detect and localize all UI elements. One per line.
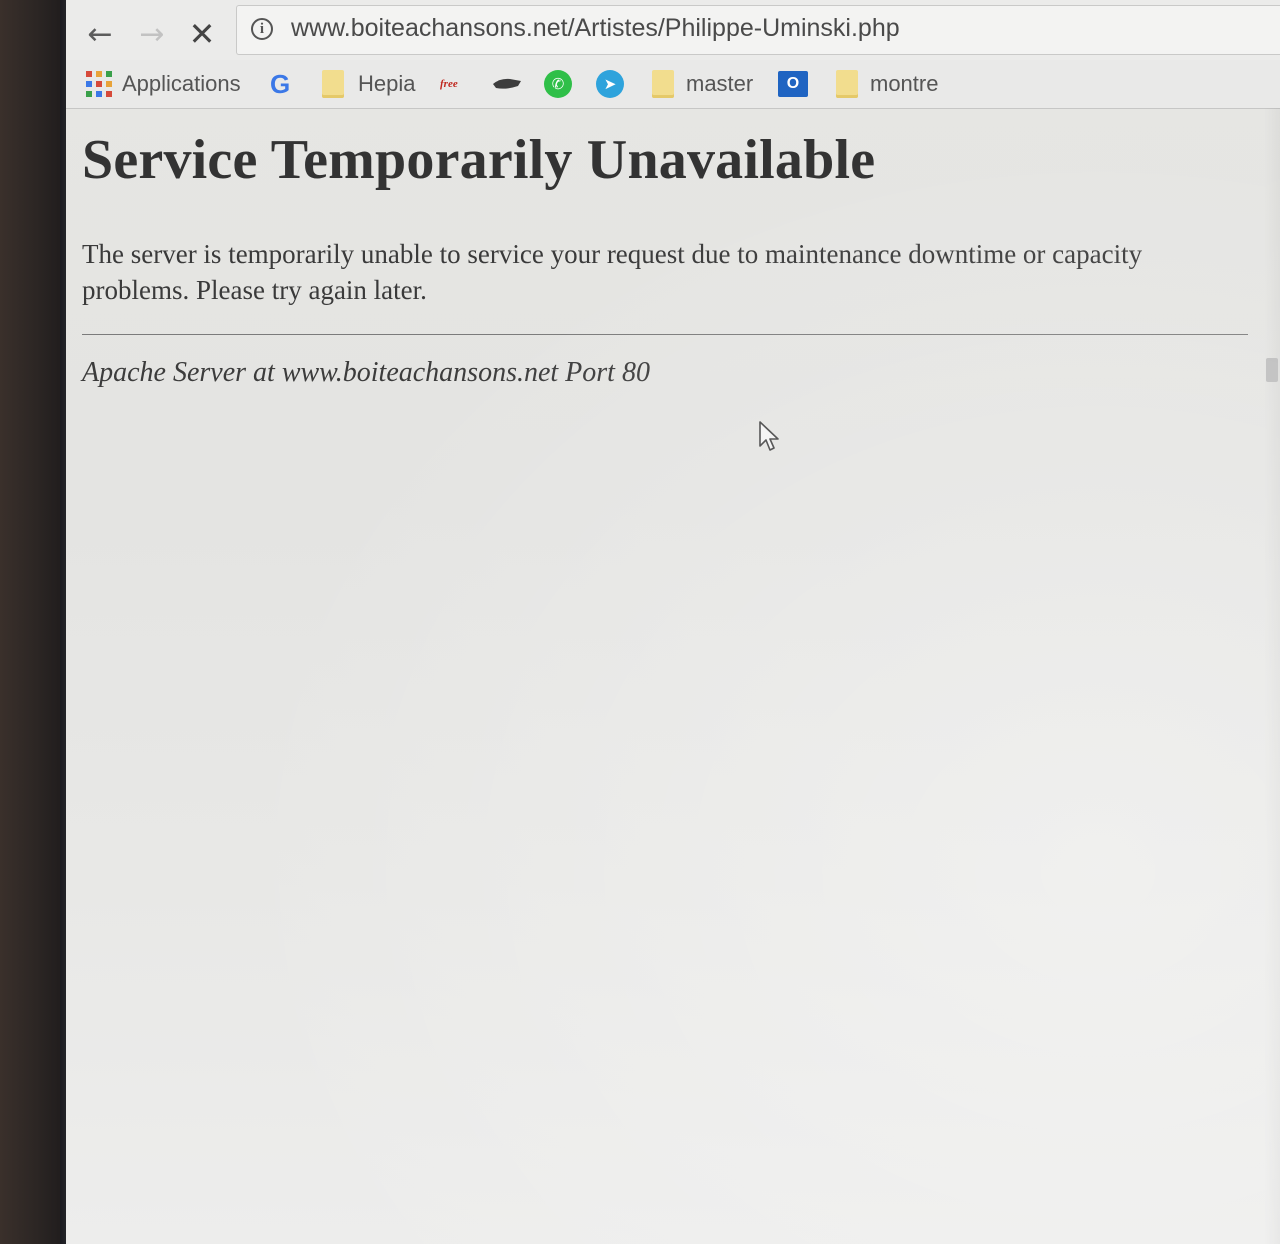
- mouse-pointer-icon: [759, 421, 779, 451]
- arrow-left-icon: ←: [87, 16, 113, 52]
- google-icon: G: [270, 68, 291, 99]
- apps-grid-icon: [86, 71, 112, 97]
- bookmark-icon: [493, 78, 521, 89]
- bookmark-telegram[interactable]: ➤: [596, 66, 624, 102]
- browser-toolbar: ← → ✕ i www.boiteachansons.net/Artistes/…: [66, 0, 1280, 62]
- forward-button[interactable]: →: [132, 14, 172, 54]
- photo-of-screen: ← → ✕ i www.boiteachansons.net/Artistes/…: [0, 0, 1280, 1244]
- page-title: Service Temporarily Unavailable: [82, 129, 876, 191]
- whatsapp-icon: ✆: [544, 70, 572, 98]
- bookmark-hepia[interactable]: Hepia: [322, 66, 415, 102]
- bookmark-label: Applications: [122, 71, 241, 96]
- close-icon: ✕: [188, 15, 216, 53]
- address-bar[interactable]: i www.boiteachansons.net/Artistes/Philip…: [236, 5, 1280, 55]
- bookmark-applications[interactable]: Applications: [86, 66, 241, 102]
- telegram-icon: ➤: [596, 70, 624, 98]
- bookmark-master[interactable]: master: [652, 66, 753, 102]
- bookmark-label: master: [686, 71, 754, 96]
- bookmark-label: Hepia: [358, 71, 416, 96]
- folder-icon: [652, 70, 674, 98]
- bookmark-label: montre: [870, 71, 939, 96]
- browser-window: ← → ✕ i www.boiteachansons.net/Artistes/…: [66, 0, 1280, 1244]
- url-text[interactable]: www.boiteachansons.net/Artistes/Philippe…: [291, 14, 900, 43]
- bookmarks-bar: Applications G Hepia free ✆ ➤ master O m…: [66, 60, 1280, 109]
- folder-icon: [836, 70, 858, 98]
- back-button[interactable]: ←: [80, 14, 120, 54]
- bookmark-outlook[interactable]: O: [778, 66, 808, 102]
- scrollbar[interactable]: [1264, 108, 1280, 1244]
- stop-loading-button[interactable]: ✕: [182, 14, 222, 54]
- outlook-icon: O: [778, 71, 808, 97]
- info-icon[interactable]: i: [251, 18, 273, 40]
- bookmark-unnamed[interactable]: [492, 66, 522, 102]
- scrollbar-thumb[interactable]: [1266, 358, 1278, 382]
- folder-icon: [322, 70, 344, 98]
- free-logo-icon: free: [440, 78, 458, 90]
- divider: [82, 334, 1248, 335]
- error-page: Service Temporarily Unavailable The serv…: [82, 128, 1252, 389]
- server-signature: Apache Server at www.boiteachansons.net …: [82, 357, 650, 388]
- arrow-right-icon: →: [139, 16, 165, 52]
- error-message: The server is temporarily unable to serv…: [82, 239, 1143, 305]
- bookmark-free[interactable]: free: [440, 66, 458, 102]
- bookmark-whatsapp[interactable]: ✆: [544, 66, 572, 102]
- bookmark-montre[interactable]: montre: [836, 66, 938, 102]
- bookmark-google[interactable]: G: [270, 66, 290, 102]
